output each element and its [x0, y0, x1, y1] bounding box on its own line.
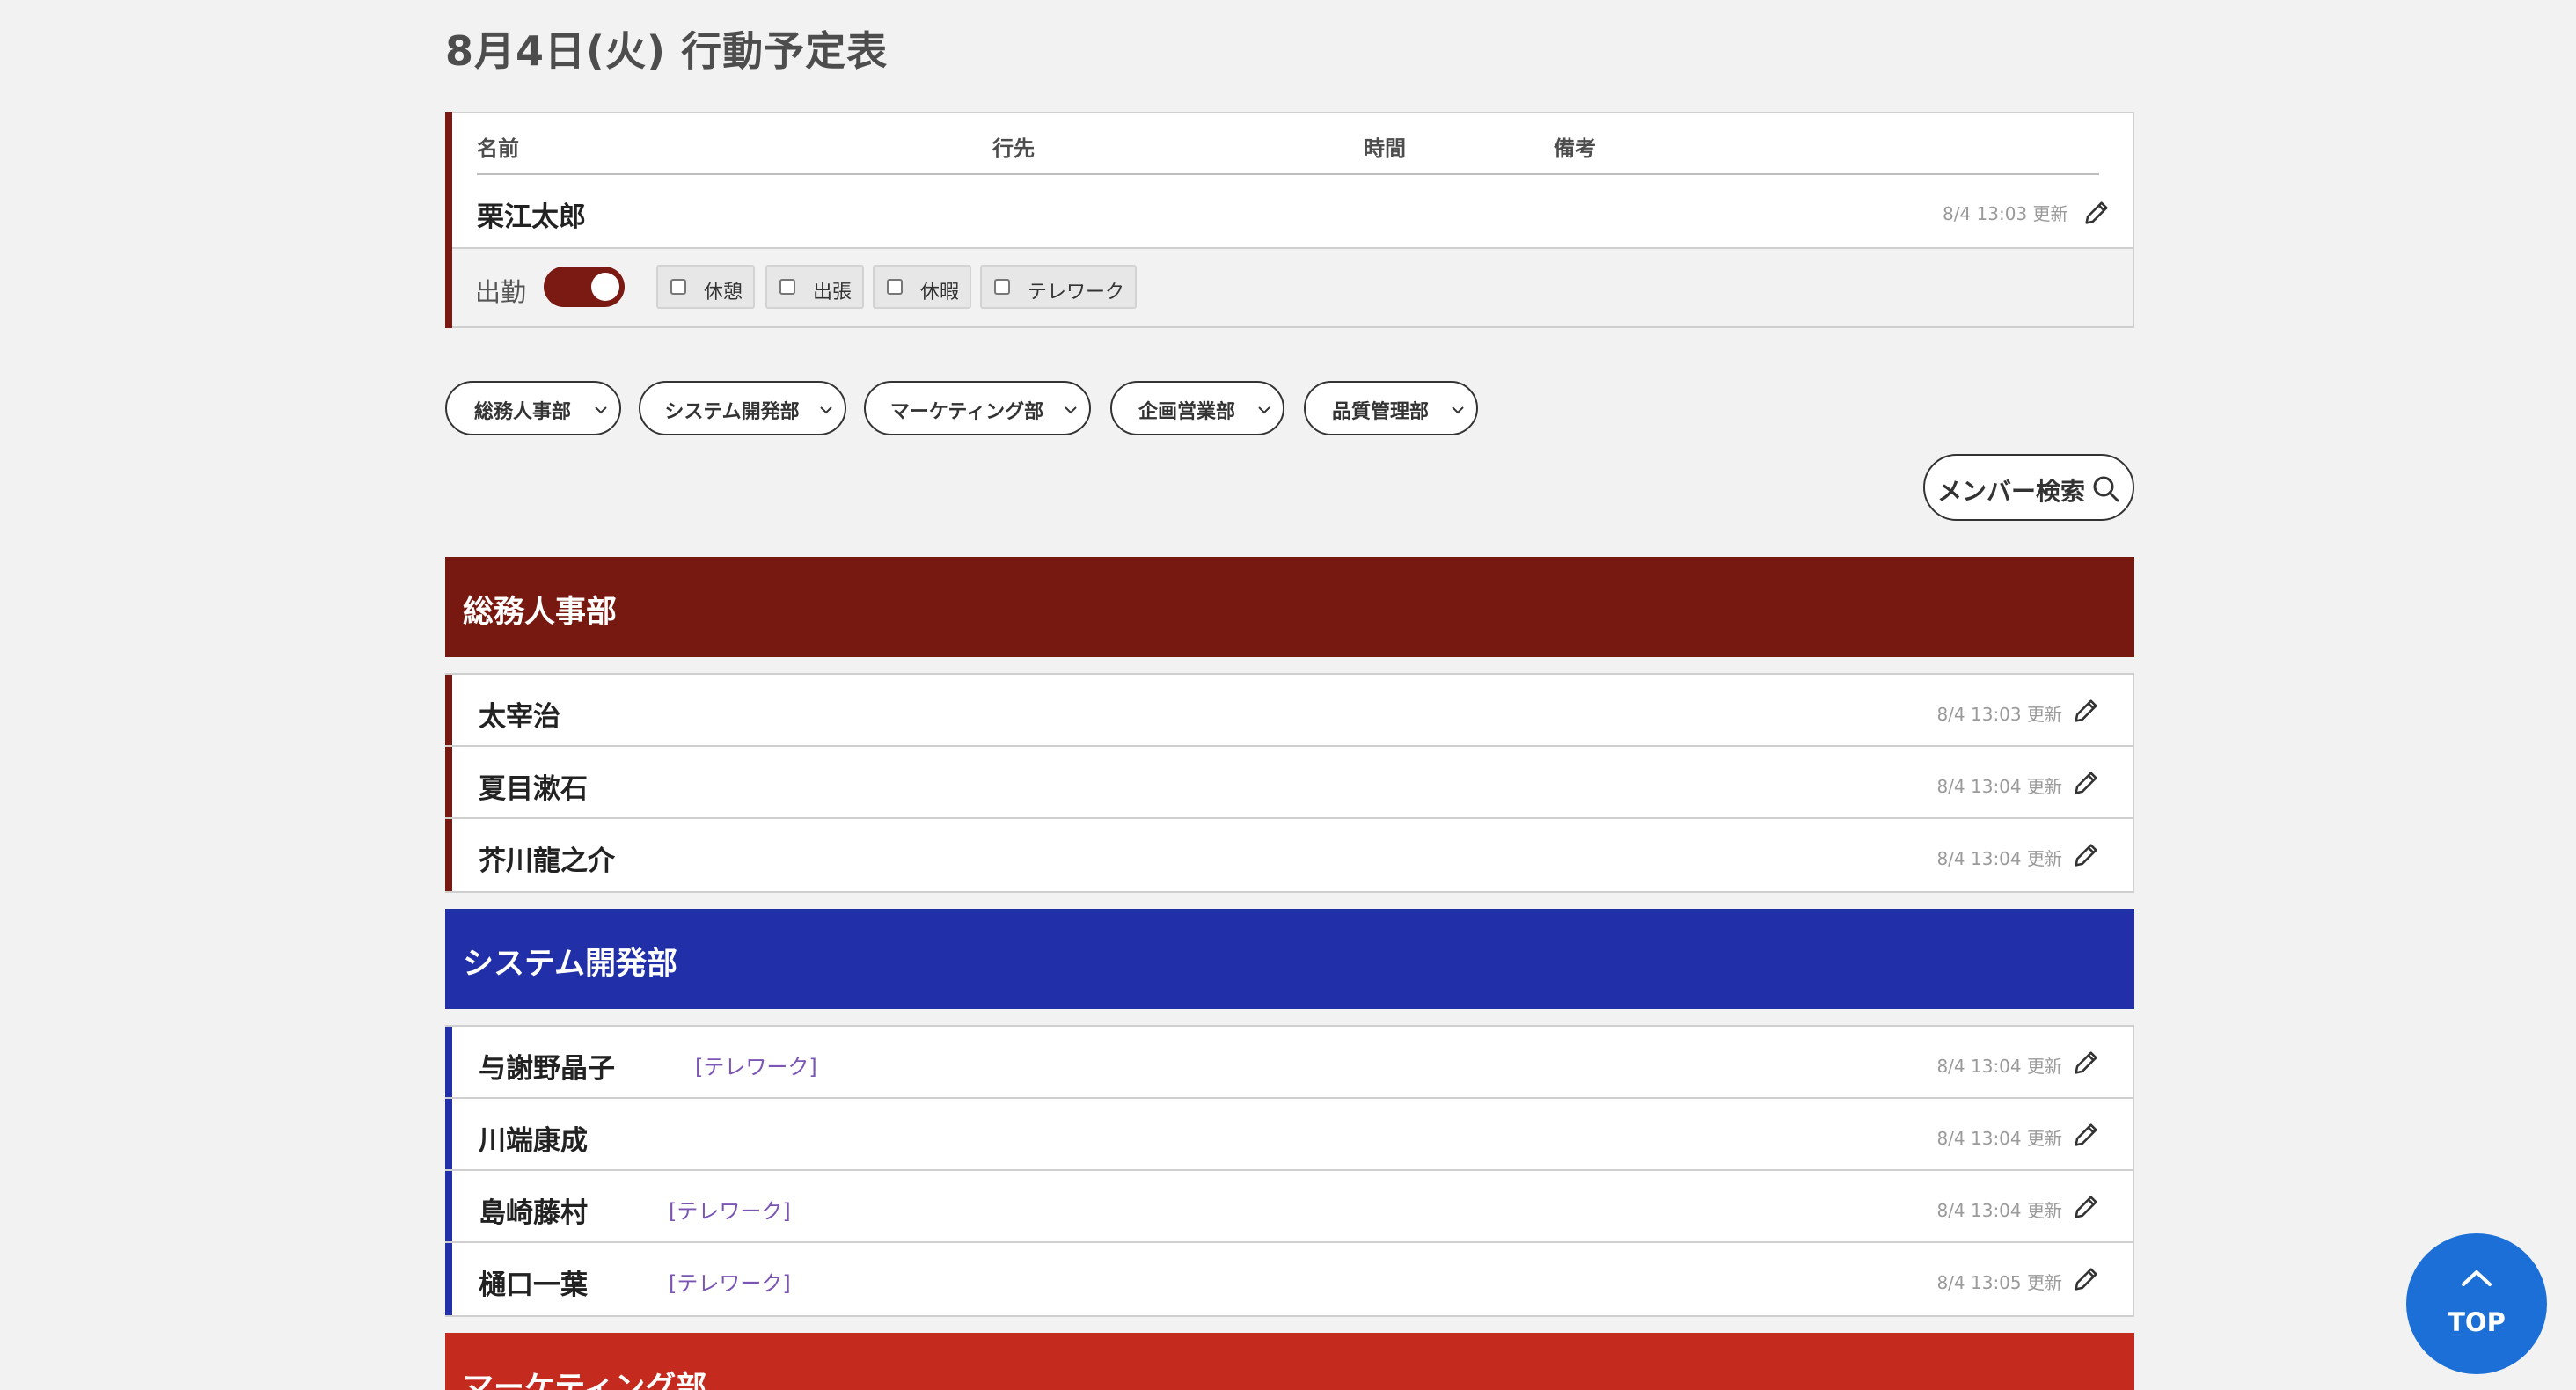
filter-label: システム開発部	[664, 401, 800, 423]
checkbox-business-trip[interactable]: 出張	[765, 265, 864, 309]
dept-header-system-dev: システム開発部	[445, 909, 2134, 1009]
checkbox-label: 休憩	[704, 282, 743, 304]
checkbox-box	[670, 279, 686, 295]
telework-tag: [テレワーク]	[695, 1055, 817, 1079]
member-name: 芥川龍之介	[479, 845, 615, 877]
pencil-icon[interactable]	[2071, 1048, 2101, 1078]
chevron-down-icon	[1258, 406, 1270, 414]
pencil-icon[interactable]	[2082, 198, 2111, 228]
pencil-icon[interactable]	[2071, 1120, 2101, 1150]
member-name: 島崎藤村	[479, 1197, 588, 1229]
row-accent-bar	[445, 747, 452, 817]
checkbox-box	[779, 279, 795, 295]
member-updated-time: 8/4 13:04 更新	[1936, 1200, 2062, 1221]
member-name: 川端康成	[479, 1125, 588, 1157]
pencil-icon[interactable]	[2071, 768, 2101, 798]
checkbox-box	[887, 279, 903, 295]
checkbox-vacation[interactable]: 休暇	[873, 265, 971, 309]
filter-system-dev[interactable]: システム開発部	[639, 381, 846, 435]
member-search-button[interactable]: メンバー検索	[1923, 454, 2134, 521]
page: 8月4日(火) 行動予定表 名前 行先 時間 備考 栗江太郎 8/4 13:03…	[0, 0, 2576, 1390]
chevron-down-icon	[1065, 406, 1077, 414]
header-time: 時間	[1364, 136, 1406, 161]
row-accent-bar	[445, 1243, 452, 1315]
header-destination: 行先	[992, 136, 1035, 161]
member-search-label: メンバー検索	[1937, 477, 2086, 506]
member-updated-time: 8/4 13:04 更新	[1936, 1128, 2062, 1149]
card-accent-bar	[445, 112, 452, 328]
member-updated-time: 8/4 13:03 更新	[1936, 704, 2062, 725]
self-status-row: 出勤 休憩 出張 休暇 テレワーク	[452, 247, 2133, 326]
header-note: 備考	[1554, 136, 1596, 161]
dept-title: システム開発部	[463, 947, 677, 982]
chevron-down-icon	[820, 406, 832, 414]
pencil-icon[interactable]	[2071, 1264, 2101, 1294]
dept-title: マーケティング部	[463, 1371, 707, 1390]
row-accent-bar	[445, 819, 452, 891]
back-to-top-label: TOP	[2448, 1307, 2506, 1337]
checkbox-break[interactable]: 休憩	[656, 265, 755, 309]
self-updated-time: 8/4 13:03 更新	[1943, 203, 2068, 224]
checkbox-telework[interactable]: テレワーク	[980, 265, 1137, 309]
filter-label: 企画営業部	[1138, 401, 1235, 423]
pencil-icon[interactable]	[2071, 840, 2101, 870]
dept-title: 総務人事部	[463, 595, 618, 630]
self-schedule-card: 名前 行先 時間 備考 栗江太郎 8/4 13:03 更新 出勤 休憩 出張 休…	[445, 112, 2134, 328]
member-row: 島崎藤村 [テレワーク] 8/4 13:04 更新	[445, 1171, 2133, 1243]
telework-tag: [テレワーク]	[669, 1199, 791, 1224]
member-row: 太宰治 8/4 13:03 更新	[445, 675, 2133, 747]
member-row: 夏目漱石 8/4 13:04 更新	[445, 747, 2133, 819]
search-icon	[2093, 476, 2119, 502]
member-row: 芥川龍之介 8/4 13:04 更新	[445, 819, 2133, 891]
pencil-icon[interactable]	[2071, 1192, 2101, 1222]
member-row: 樋口一葉 [テレワーク] 8/4 13:05 更新	[445, 1243, 2133, 1315]
chevron-down-icon	[1452, 406, 1464, 414]
page-title: 8月4日(火) 行動予定表	[445, 27, 889, 75]
member-list-system-dev: 与謝野晶子 [テレワーク] 8/4 13:04 更新 川端康成 8/4 13:0…	[445, 1025, 2134, 1317]
filter-quality-control[interactable]: 品質管理部	[1304, 381, 1478, 435]
checkbox-label: 休暇	[920, 282, 960, 304]
member-updated-time: 8/4 13:04 更新	[1936, 776, 2062, 797]
filter-planning-sales[interactable]: 企画営業部	[1110, 381, 1284, 435]
dept-header-general-affairs: 総務人事部	[445, 557, 2134, 657]
row-accent-bar	[445, 1171, 452, 1241]
member-row: 与謝野晶子 [テレワーク] 8/4 13:04 更新	[445, 1027, 2133, 1099]
filter-marketing[interactable]: マーケティング部	[864, 381, 1091, 435]
checkbox-label: 出張	[813, 282, 853, 304]
telework-tag: [テレワーク]	[669, 1271, 791, 1296]
member-row: 川端康成 8/4 13:04 更新	[445, 1099, 2133, 1171]
filter-label: マーケティング部	[889, 401, 1044, 423]
chevron-down-icon	[595, 406, 607, 414]
dept-header-marketing: マーケティング部	[445, 1333, 2134, 1390]
row-accent-bar	[445, 675, 452, 745]
attendance-toggle[interactable]	[544, 267, 625, 307]
chevron-up-icon	[2462, 1270, 2492, 1286]
checkbox-label: テレワーク	[1028, 282, 1125, 304]
member-updated-time: 8/4 13:04 更新	[1936, 848, 2062, 869]
filter-label: 総務人事部	[473, 401, 571, 423]
member-name: 夏目漱石	[479, 773, 588, 805]
header-divider	[477, 173, 2099, 175]
back-to-top-button[interactable]: TOP	[2406, 1233, 2547, 1374]
pencil-icon[interactable]	[2071, 696, 2101, 726]
row-accent-bar	[445, 1027, 452, 1097]
member-name: 与謝野晶子	[479, 1053, 615, 1085]
filter-label: 品質管理部	[1331, 401, 1429, 423]
member-name: 樋口一葉	[479, 1269, 588, 1301]
self-name: 栗江太郎	[477, 201, 586, 233]
member-updated-time: 8/4 13:04 更新	[1936, 1056, 2062, 1077]
checkbox-box	[994, 279, 1010, 295]
member-list-general-affairs: 太宰治 8/4 13:03 更新 夏目漱石 8/4 13:04 更新 芥川龍之介…	[445, 673, 2134, 893]
attendance-label: 出勤	[475, 277, 527, 307]
toggle-knob	[591, 273, 619, 301]
header-name: 名前	[477, 136, 519, 161]
filter-general-affairs[interactable]: 総務人事部	[445, 381, 621, 435]
member-updated-time: 8/4 13:05 更新	[1936, 1272, 2062, 1293]
member-name: 太宰治	[479, 701, 560, 733]
row-accent-bar	[445, 1099, 452, 1169]
